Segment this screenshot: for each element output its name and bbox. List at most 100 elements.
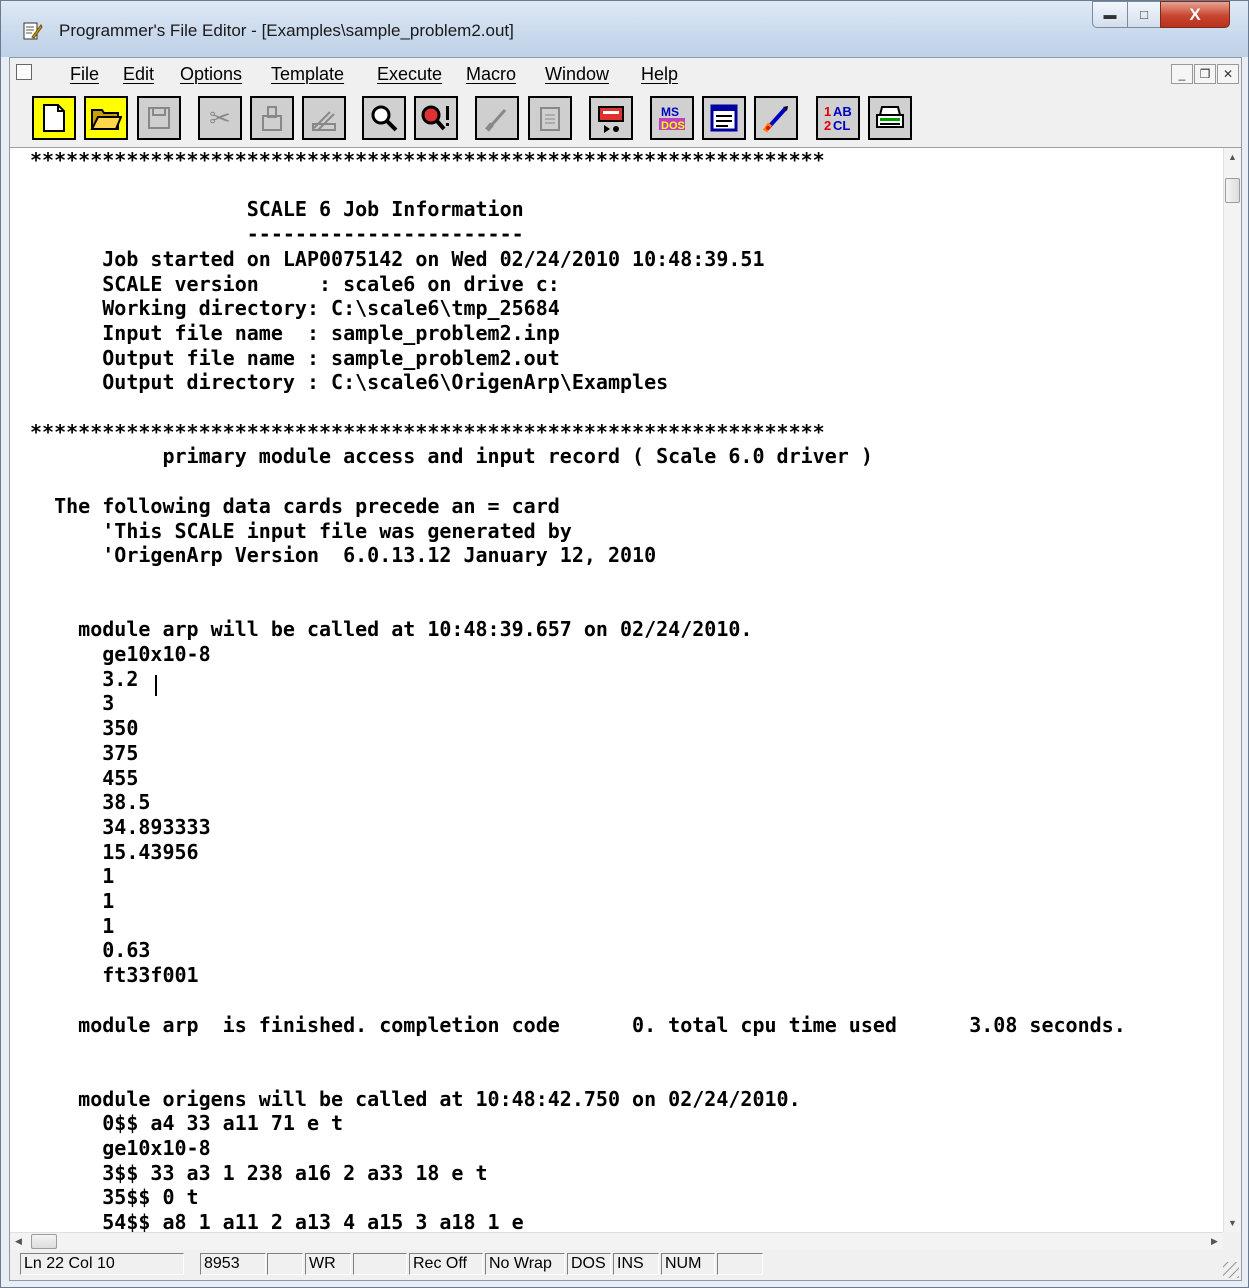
find-icon[interactable]: [362, 96, 406, 140]
window-title: Programmer's File Editor - [Examples\sam…: [59, 21, 514, 40]
close-button[interactable]: X: [1160, 1, 1230, 28]
status-wrap: No Wrap: [485, 1253, 565, 1275]
editor-line: ft33f001: [30, 963, 199, 988]
minimize-button[interactable]: ▬: [1092, 1, 1128, 28]
editor-line: 455: [30, 765, 139, 790]
scroll-right-icon[interactable]: ▶: [1206, 1233, 1223, 1250]
editor-line: Output directory : C:\scale6\OrigenArp\E…: [30, 370, 669, 395]
copy-icon[interactable]: [250, 96, 294, 140]
scroll-left-icon[interactable]: ◀: [10, 1233, 27, 1250]
editor-line: 1: [30, 864, 115, 889]
editor-line: primary module access and input record (…: [30, 444, 873, 469]
editor-line: ge10x10-8: [30, 1136, 211, 1160]
editor-line: -----------------------: [30, 222, 524, 247]
scroll-up-icon[interactable]: ▲: [1224, 148, 1241, 166]
menu-help[interactable]: Help: [641, 64, 678, 85]
mdi-minimize-button[interactable]: _: [1171, 64, 1193, 84]
scroll-down-icon[interactable]: ▼: [1224, 1214, 1241, 1232]
rocket-icon[interactable]: [754, 96, 798, 140]
status-dos: DOS: [567, 1253, 611, 1275]
editor-line: module arp is finished. completion code …: [30, 1012, 1126, 1037]
svg-text:MS: MS: [661, 105, 679, 119]
mdi-controls: _ ❐ ✕: [1171, 64, 1239, 84]
editor-line: 15.43956: [30, 839, 199, 864]
editor-line: ge10x10-8: [30, 642, 211, 666]
status-bar: Ln 22 Col 10 8953 WR Rec Off No Wrap DOS…: [10, 1250, 1241, 1280]
status-position: Ln 22 Col 10: [20, 1253, 184, 1275]
paste-icon[interactable]: [302, 96, 346, 140]
status-blank-3: [717, 1253, 763, 1275]
editor-line: 35$$ 0 t: [30, 1185, 199, 1210]
editor-line: 0.63: [30, 938, 151, 963]
menu-file[interactable]: File: [70, 64, 99, 85]
save-icon[interactable]: [137, 96, 181, 140]
editor-line: SCALE version : scale6 on drive c:: [30, 271, 560, 296]
editor-line: 350: [30, 716, 139, 741]
status-ins: INS: [613, 1253, 659, 1275]
svg-text:DOS: DOS: [661, 120, 685, 132]
editor-line: 0$$ a4 33 a11 71 e t: [30, 1111, 344, 1136]
menu-execute[interactable]: Execute: [377, 64, 442, 85]
menu-macro[interactable]: Macro: [466, 64, 516, 85]
editor-line: The following data cards precede an = ca…: [30, 493, 560, 518]
editor-line: module arp will be called at 10:48:39.65…: [30, 617, 753, 642]
editor-line: Working directory: C:\scale6\tmp_25684: [30, 296, 560, 321]
menu-options[interactable]: Options: [180, 64, 242, 85]
status-mode: WR: [305, 1253, 351, 1275]
print-icon[interactable]: [868, 96, 912, 140]
status-rec: Rec Off: [409, 1253, 483, 1275]
svg-text:CL: CL: [833, 118, 850, 133]
svg-text:2: 2: [824, 118, 831, 133]
svg-text:AB: AB: [833, 104, 852, 119]
editor-line: 34.893333: [30, 814, 211, 839]
document-system-icon[interactable]: [16, 64, 32, 80]
horizontal-scroll-thumb[interactable]: [31, 1234, 57, 1249]
title-bar[interactable]: Programmer's File Editor - [Examples\sam…: [1, 1, 1248, 57]
editor-line: 3.2: [30, 666, 139, 691]
menu-template[interactable]: Template: [271, 64, 344, 85]
app-icon: [23, 22, 43, 40]
menu-bar: File Edit Options Template Execute Macro…: [10, 58, 1241, 90]
toolbar: ✂ MS DOS 1 AB 2 CL: [10, 89, 1241, 148]
editor-line: 3: [30, 691, 115, 716]
editor-line: ****************************************…: [30, 148, 825, 172]
status-num: NUM: [661, 1253, 715, 1275]
editor-line: module origens will be called at 10:48:4…: [30, 1086, 801, 1111]
maximize-button[interactable]: □: [1127, 1, 1161, 28]
undo-icon[interactable]: [475, 96, 519, 140]
app-window: Programmer's File Editor - [Examples\sam…: [0, 0, 1249, 1288]
editor-line: 54$$ a8 1 a11 2 a13 4 a15 3 a18 1 e: [30, 1210, 524, 1232]
tape-icon[interactable]: [589, 96, 633, 140]
text-editor[interactable]: ****************************************…: [10, 148, 1223, 1232]
find-next-icon[interactable]: [414, 96, 458, 140]
editor-line: 1: [30, 913, 115, 938]
open-folder-icon[interactable]: [84, 96, 128, 140]
editor-line: 38.5: [30, 790, 151, 815]
horizontal-scrollbar[interactable]: ◀ ▶: [10, 1232, 1223, 1250]
1ab-2cl-icon[interactable]: 1 AB 2 CL: [816, 96, 860, 140]
editor-line: 375: [30, 740, 139, 765]
editor-line: 'OrigenArp Version 6.0.13.12 January 12,…: [30, 543, 657, 568]
editor-line: Output file name : sample_problem2.out: [30, 345, 560, 370]
mdi-restore-button[interactable]: ❐: [1194, 64, 1216, 84]
menu-edit[interactable]: Edit: [123, 64, 154, 85]
new-file-icon[interactable]: [32, 96, 76, 140]
resize-grip[interactable]: [1223, 1262, 1239, 1278]
clipboard-icon[interactable]: [528, 96, 572, 140]
editor-line: SCALE 6 Job Information: [30, 197, 524, 222]
editor-line: ****************************************…: [30, 419, 825, 444]
cut-icon[interactable]: ✂: [198, 96, 242, 140]
editor-line: Job started on LAP0075142 on Wed 02/24/2…: [30, 246, 765, 271]
svg-text:1: 1: [824, 104, 831, 119]
window-list-icon[interactable]: [702, 96, 746, 140]
status-blank-2: [353, 1253, 407, 1275]
mdi-close-button[interactable]: ✕: [1217, 64, 1239, 84]
mdi-client: File Edit Options Template Execute Macro…: [9, 57, 1242, 1281]
vertical-scroll-thumb[interactable]: [1225, 178, 1240, 203]
menu-window[interactable]: Window: [545, 64, 609, 85]
vertical-scrollbar[interactable]: ▲ ▼: [1223, 148, 1241, 1232]
status-size: 8953: [200, 1253, 266, 1275]
editor-line: 1: [30, 889, 115, 913]
editor-line: 3$$ 33 a3 1 238 a16 2 a33 18 e t: [30, 1160, 488, 1185]
ms-dos-icon[interactable]: MS DOS: [650, 96, 694, 140]
